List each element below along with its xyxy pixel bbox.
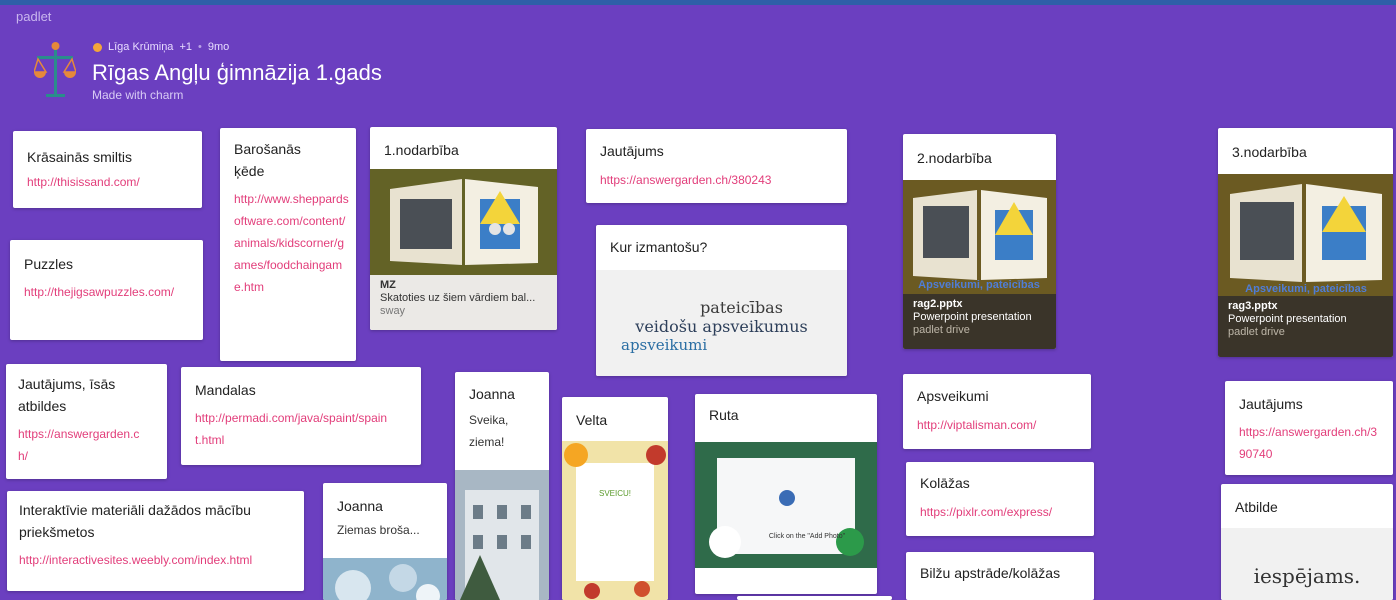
card-title: Puzzles	[24, 256, 74, 272]
card-title: Kolāžas	[920, 475, 970, 491]
card-link[interactable]: http://permadi.com/java/spaint/spaint.ht…	[181, 407, 421, 451]
card-partial[interactable]	[737, 596, 892, 600]
card-link[interactable]: http://viptalisman.com/	[903, 414, 1091, 436]
cloud-word: pateicības	[700, 298, 783, 317]
footer-title: MZ	[380, 279, 396, 291]
card-puzzles[interactable]: Puzzles http://thejigsawpuzzles.com/	[10, 240, 203, 340]
card-joanna-2[interactable]: Joanna Ziemas broša...	[323, 483, 447, 600]
card-link[interactable]: https://answergarden.ch/	[6, 423, 167, 467]
file-type: Powerpoint presentation	[1228, 313, 1347, 325]
card-title: 1.nodarbība	[384, 142, 459, 158]
card-title: Kur izmantošu?	[610, 239, 708, 255]
file-name: rag2.pptx	[913, 298, 963, 310]
author-line: Līga Krūmiņa +1 • 9mo	[93, 41, 229, 53]
card-1-nodarbiba[interactable]: 1.nodarbība MZ Skatoties uz šiem vārdiem…	[370, 127, 557, 330]
banner-label: Apsveikumi, pateicības	[1245, 283, 1367, 295]
winter-frame-image: Click on the "Add Photo"	[695, 442, 877, 568]
card-title: 3.nodarbība	[1232, 144, 1307, 160]
card-mandalas[interactable]: Mandalas http://permadi.com/java/spaint/…	[181, 367, 421, 465]
file-source: padlet drive	[913, 324, 970, 336]
card-title: Jautājums	[600, 143, 664, 159]
footer-meta: sway	[380, 305, 406, 317]
post-age: 9mo	[207, 41, 230, 53]
book-image: Apsveikumi, pateicības	[903, 180, 1056, 294]
card-link[interactable]: https://pixlr.com/express/	[906, 501, 1094, 523]
sveicu-label: SVEICU!	[599, 489, 631, 498]
file-name: rag3.pptx	[1228, 300, 1278, 312]
card-jautajums-1[interactable]: Jautājums https://answergarden.ch/380243	[586, 129, 847, 203]
cloud-word: veidošu apsveikumus	[635, 317, 808, 336]
card-atbilde[interactable]: Atbilde iespējams.	[1221, 484, 1393, 600]
cloud-word: apsveikumi	[621, 336, 708, 354]
word-cloud: pateicības veidošu apsveikumus apsveikum…	[596, 270, 847, 376]
card-link[interactable]: http://thejigsawpuzzles.com/	[10, 281, 203, 303]
card-3-nodarbiba[interactable]: 3.nodarbība Apsveikumi, pateicības rag3.…	[1218, 128, 1393, 357]
card-ruta[interactable]: Ruta Click on the "Add Photo"	[695, 394, 877, 594]
card-2-nodarbiba[interactable]: 2.nodarbība Apsveikumi, pateicības rag2.…	[903, 134, 1056, 349]
card-velta[interactable]: Velta SVEICU!	[562, 397, 668, 600]
card-title: Apsveikumi	[917, 388, 989, 404]
snow-image	[323, 558, 447, 600]
school-image	[455, 470, 549, 600]
card-title: Mandalas	[195, 382, 256, 398]
card-joanna-1[interactable]: Joanna Sveika, ziema!	[455, 372, 549, 600]
card-title: Krāsainās smiltis	[27, 149, 133, 165]
card-apsveikumi[interactable]: Apsveikumi http://viptalisman.com/	[903, 374, 1091, 449]
card-title: Velta	[576, 412, 608, 428]
card-bilzu-apstrade[interactable]: Bilžu apstrāde/kolāžas	[906, 552, 1094, 600]
card-jautajums-2[interactable]: Jautājums https://answergarden.ch/390740	[1225, 381, 1393, 475]
card-jautajums-isas[interactable]: Jautājums, īsās atbildes https://answerg…	[6, 364, 167, 479]
card-title: Atbilde	[1235, 499, 1278, 515]
card-title: Joanna	[469, 386, 515, 402]
card-text: Sveika, ziema!	[469, 413, 509, 449]
file-type: Powerpoint presentation	[913, 311, 1032, 323]
card-link[interactable]: https://answergarden.ch/380243	[586, 169, 847, 191]
card-kur-izmantosu[interactable]: Kur izmantošu? pateicības veidošu apsvei…	[596, 225, 847, 376]
card-title: Bilžu apstrāde/kolāžas	[920, 565, 1061, 581]
card-barosanas[interactable]: Barošanās ķēde http://www.sheppardsoftwa…	[220, 128, 356, 361]
separator: •	[197, 41, 202, 53]
card-title: Ruta	[709, 407, 739, 423]
scales-icon	[34, 42, 76, 97]
greeting-card-image: SVEICU!	[562, 441, 668, 600]
top-accent-bar	[0, 0, 1396, 5]
file-footer: rag2.pptx Powerpoint presentation padlet…	[903, 294, 1056, 349]
author-name[interactable]: Līga Krūmiņa	[108, 41, 173, 53]
card-title: Barošanās ķēde	[234, 141, 301, 179]
cloud-word: iespējams.	[1253, 564, 1361, 588]
file-source: padlet drive	[1228, 326, 1285, 338]
book-image: Apsveikumi, pateicības	[1218, 174, 1393, 296]
banner-label: Apsveikumi, pateicības	[918, 279, 1040, 291]
card-krasainas-smiltis[interactable]: Krāsainās smiltis http://thisissand.com/	[13, 131, 202, 208]
card-link[interactable]: http://www.sheppardsoftware.com/content/…	[220, 188, 356, 298]
file-footer: rag3.pptx Powerpoint presentation padlet…	[1218, 296, 1393, 357]
click-photo-label: Click on the "Add Photo"	[769, 533, 846, 540]
card-title: Jautājums	[1239, 396, 1303, 412]
card-link[interactable]: http://interactivesites.weebly.com/index…	[7, 549, 304, 571]
card-title: Interaktīvie materiāli dažādos mācību pr…	[19, 502, 251, 540]
book-image	[370, 169, 557, 275]
card-link[interactable]: http://thisissand.com/	[13, 171, 202, 193]
card-kolazas[interactable]: Kolāžas https://pixlr.com/express/	[906, 462, 1094, 536]
footer-text: Skatoties uz šiem vārdiem bal...	[380, 292, 536, 304]
card-link[interactable]: https://answergarden.ch/390740	[1225, 421, 1393, 465]
card-title: Joanna	[337, 498, 383, 514]
word-cloud: iespējams.	[1221, 528, 1393, 600]
author-avatar[interactable]	[93, 42, 102, 52]
card-interaktivie[interactable]: Interaktīvie materiāli dažādos mācību pr…	[7, 491, 304, 591]
page-subtitle: Made with charm	[92, 88, 184, 102]
card-title: 2.nodarbība	[917, 150, 992, 166]
page-title: Rīgas Angļu ģimnāzija 1.gads	[92, 60, 382, 85]
card-text: Ziemas broša...	[337, 523, 420, 537]
card-title: Jautājums, īsās atbildes	[18, 376, 116, 414]
contributors-count[interactable]: +1	[179, 41, 192, 53]
sway-footer: MZ Skatoties uz šiem vārdiem bal... sway	[370, 275, 557, 330]
padlet-logo[interactable]: padlet	[16, 9, 51, 24]
